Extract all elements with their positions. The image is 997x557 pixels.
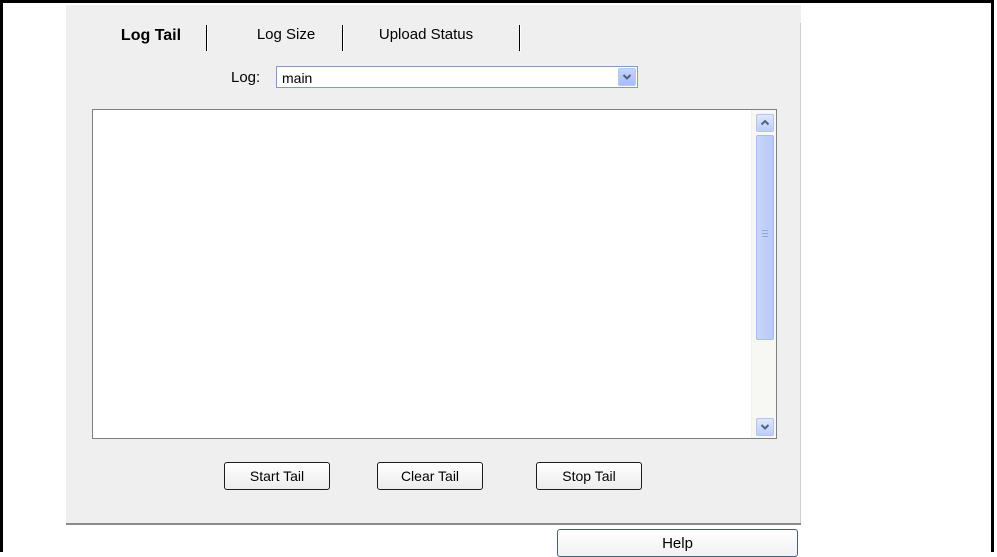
start-tail-button[interactable]: Start Tail	[224, 462, 330, 490]
tab-upload-status[interactable]: Upload Status	[356, 17, 496, 53]
vertical-scrollbar[interactable]	[751, 110, 776, 438]
chevron-down-icon[interactable]	[756, 418, 774, 436]
grip-icon	[762, 230, 768, 237]
help-button[interactable]: Help	[557, 529, 798, 557]
stop-tail-button[interactable]: Stop Tail	[536, 462, 642, 490]
chevron-down-icon[interactable]	[618, 68, 636, 86]
tab-strip: Log Tail Log Size Upload Status	[66, 5, 801, 57]
tab-divider	[342, 25, 343, 51]
log-output-textarea[interactable]	[92, 109, 777, 439]
log-select-value: main	[282, 70, 313, 86]
tab-divider	[206, 25, 207, 51]
log-select[interactable]: main	[276, 66, 638, 88]
panel-border	[800, 23, 801, 523]
tab-log-size[interactable]: Log Size	[231, 17, 341, 53]
log-label: Log:	[231, 69, 261, 86]
log-tail-dialog: Log Tail Log Size Upload Status Log: mai…	[66, 5, 801, 527]
tab-log-tail[interactable]: Log Tail	[96, 18, 206, 54]
tab-divider	[519, 25, 520, 51]
chevron-up-icon[interactable]	[756, 114, 774, 132]
scrollbar-thumb[interactable]	[756, 135, 774, 340]
clear-tail-button[interactable]: Clear Tail	[377, 462, 483, 490]
